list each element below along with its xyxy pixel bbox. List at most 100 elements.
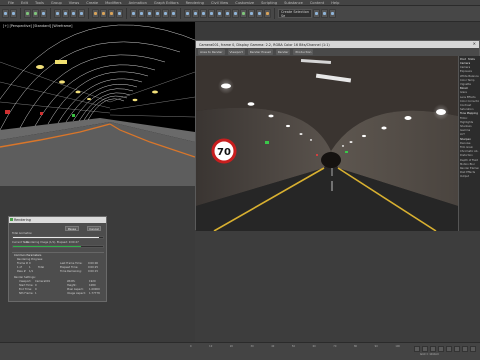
- viewport-right-lower[interactable]: [195, 230, 480, 342]
- menu-edit[interactable]: Edit: [21, 1, 28, 5]
- go-to-start-icon[interactable]: [414, 346, 420, 352]
- menu-content[interactable]: Content: [310, 1, 324, 5]
- window-crossing-icon[interactable]: [78, 9, 85, 18]
- pan-icon[interactable]: [462, 346, 468, 352]
- viewport-dropdown[interactable]: Viewport: [227, 49, 245, 55]
- menu-animation[interactable]: Animation: [129, 1, 147, 5]
- extra-tool-icon[interactable]: [321, 9, 328, 18]
- timeline-tick: 80: [353, 345, 358, 348]
- section-divider: [12, 252, 104, 253]
- render-button[interactable]: Render: [275, 49, 291, 55]
- menu-help[interactable]: Help: [331, 1, 339, 5]
- main-toolbar: Create Selection Se: [0, 6, 480, 22]
- image-aspect-label: Image Aspect:: [67, 292, 86, 295]
- menu-tools[interactable]: Tools: [35, 1, 44, 5]
- pixel-aspect-label: Pixel Aspect:: [67, 288, 84, 291]
- selection-set-dropdown[interactable]: Create Selection Se: [278, 9, 312, 18]
- perspective-viewport[interactable]: [+] [Perspective] [Standard] [Wireframe]: [0, 22, 195, 186]
- undo-icon[interactable]: [2, 9, 9, 18]
- viewport-value: Camera001: [35, 280, 51, 283]
- frame-label: Frame #: [17, 262, 29, 265]
- image-aspect-value: 1.77778: [89, 292, 100, 295]
- status-bar: 0 10 20 30 40 50 60 70 80 90 100 Grid = …: [0, 342, 480, 360]
- layer-explorer-icon[interactable]: [208, 9, 215, 18]
- go-to-end-icon[interactable]: [446, 346, 452, 352]
- tab-stats[interactable]: Stats: [468, 57, 475, 61]
- start-time-label: Start Time:: [19, 284, 34, 287]
- menu-views[interactable]: Views: [69, 1, 79, 5]
- pixel-aspect-value: 1.00000: [89, 288, 100, 291]
- area-to-render-dropdown[interactable]: Area to Render: [198, 49, 225, 55]
- select-by-name-icon[interactable]: [62, 9, 69, 18]
- start-time-value: 0: [35, 284, 37, 287]
- menu-file[interactable]: File: [8, 1, 14, 5]
- unlink-icon[interactable]: [32, 9, 39, 18]
- zoom-icon[interactable]: [454, 346, 460, 352]
- spinner-snap-icon[interactable]: [170, 9, 177, 18]
- curve-editor-icon[interactable]: [224, 9, 231, 18]
- render-icon: [10, 218, 13, 221]
- render-window-title: Camera001, frame 0, Display Gamma: 2.2, …: [199, 42, 330, 47]
- toolbar-divider: [88, 8, 89, 19]
- menu-create[interactable]: Create: [86, 1, 98, 5]
- bind-space-warp-icon[interactable]: [40, 9, 47, 18]
- production-dropdown[interactable]: Production: [293, 49, 314, 55]
- pivot-icon[interactable]: [130, 9, 137, 18]
- render-window-titlebar[interactable]: Camera001, frame 0, Display Gamma: 2.2, …: [196, 41, 479, 48]
- menu-customize[interactable]: Customize: [235, 1, 254, 5]
- angle-snap-icon[interactable]: [154, 9, 161, 18]
- render-setup-icon[interactable]: [248, 9, 255, 18]
- tab-post[interactable]: Post: [460, 57, 466, 61]
- material-editor-icon[interactable]: [240, 9, 247, 18]
- pause-button[interactable]: Pause: [65, 226, 79, 231]
- render-side-panel: Post Stats Camera Camera Exposure White …: [458, 56, 480, 231]
- timeline-tick: 50: [291, 345, 295, 348]
- menu-rendering[interactable]: Rendering: [186, 1, 204, 5]
- viewport-label[interactable]: [+] [Perspective] [Standard] [Wireframe]: [3, 24, 72, 28]
- play-icon[interactable]: [430, 346, 436, 352]
- cancel-button[interactable]: Cancel: [87, 226, 101, 231]
- render-production-icon[interactable]: [264, 9, 271, 18]
- menu-group[interactable]: Group: [51, 1, 62, 5]
- toggle-ribbon-icon[interactable]: [216, 9, 223, 18]
- orbit-icon[interactable]: [470, 346, 476, 352]
- rendering-dialog-titlebar[interactable]: Rendering: [9, 217, 106, 223]
- move-icon[interactable]: [92, 9, 99, 18]
- previous-frame-icon[interactable]: [422, 346, 428, 352]
- region-select-icon[interactable]: [70, 9, 77, 18]
- percent-snap-icon[interactable]: [162, 9, 169, 18]
- toolbar-divider: [50, 8, 51, 19]
- common-params-header[interactable]: Common Parameters: [14, 254, 41, 257]
- render-preset-dropdown[interactable]: Render Preset: [247, 49, 273, 55]
- menu-substance[interactable]: Substance: [284, 1, 303, 5]
- close-icon[interactable]: ✕: [473, 41, 476, 46]
- placement-icon[interactable]: [116, 9, 123, 18]
- rendered-frame-window-icon[interactable]: [256, 9, 263, 18]
- next-frame-icon[interactable]: [438, 346, 444, 352]
- extra-tool-icon[interactable]: [313, 9, 320, 18]
- menu-civil-view[interactable]: Civil View: [211, 1, 228, 5]
- menu-modifiers[interactable]: Modifiers: [105, 1, 121, 5]
- height-label: Height:: [67, 284, 77, 287]
- schematic-view-icon[interactable]: [232, 9, 239, 18]
- timeline[interactable]: 0 10 20 30 40 50 60 70 80 90 100: [190, 345, 400, 351]
- align-icon[interactable]: [200, 9, 207, 18]
- extra-tool-icon[interactable]: [329, 9, 336, 18]
- total-progress-bar: [12, 236, 104, 239]
- rotate-icon[interactable]: [100, 9, 107, 18]
- menu-graph-editors[interactable]: Graph Editors: [154, 1, 179, 5]
- last-frame-time-label: Last Frame Time:: [60, 262, 83, 265]
- link-icon[interactable]: [24, 9, 31, 18]
- keyboard-shortcut-icon[interactable]: [138, 9, 145, 18]
- redo-icon[interactable]: [10, 9, 17, 18]
- edit-named-selection-icon[interactable]: [184, 9, 191, 18]
- mirror-icon[interactable]: [192, 9, 199, 18]
- side-item[interactable]: Output: [460, 175, 479, 179]
- timeline-tick: 20: [229, 345, 233, 348]
- side-tabs: Post Stats: [460, 57, 479, 61]
- menu-scripting[interactable]: Scripting: [261, 1, 277, 5]
- snap-icon[interactable]: [146, 9, 153, 18]
- timeline-tick: 70: [333, 345, 337, 348]
- scale-icon[interactable]: [108, 9, 115, 18]
- select-icon[interactable]: [54, 9, 61, 18]
